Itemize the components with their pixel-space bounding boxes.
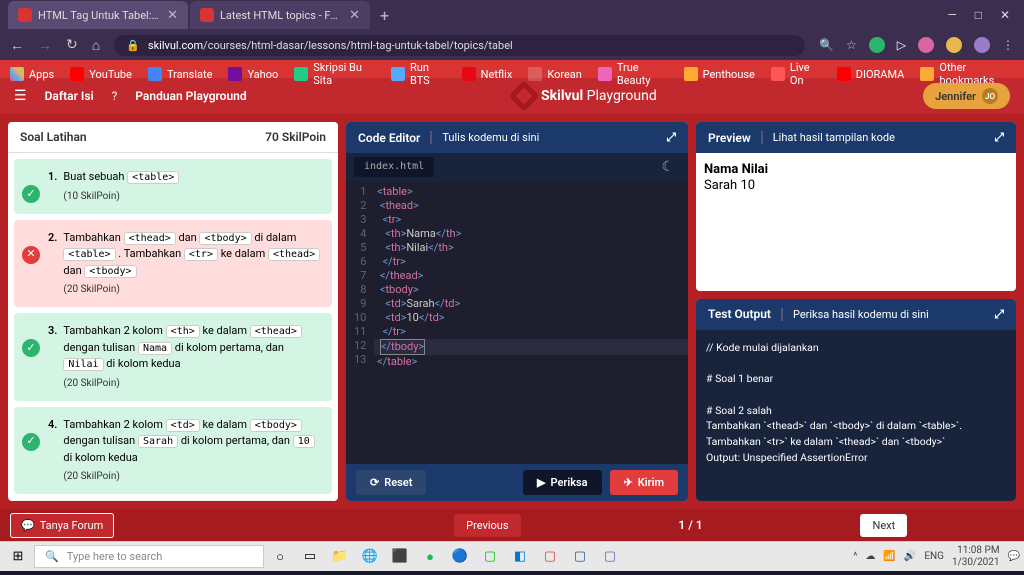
- edge-icon[interactable]: 🌐: [356, 544, 384, 570]
- bookmark-item[interactable]: Penthouse: [684, 67, 755, 81]
- daftar-isi-link[interactable]: Daftar Isi: [45, 89, 94, 103]
- start-icon[interactable]: ⊞: [4, 544, 32, 570]
- new-tab-button[interactable]: +: [372, 2, 397, 29]
- star-icon[interactable]: ☆: [846, 38, 857, 52]
- chrome-icon[interactable]: 🔵: [446, 544, 474, 570]
- avatar: JO: [982, 88, 998, 104]
- expand-icon[interactable]: ⤢: [994, 130, 1004, 145]
- maximize-icon[interactable]: □: [975, 8, 982, 22]
- bookmark-apps[interactable]: Apps: [10, 67, 54, 81]
- soal-item-2: ✕ 2. Tambahkan <thead> dan <tbody> di da…: [14, 220, 332, 308]
- expand-icon[interactable]: ⤢: [994, 307, 1004, 322]
- bookmark-item[interactable]: YouTube: [70, 67, 132, 81]
- tray-icon[interactable]: ^: [853, 551, 857, 562]
- tab-favicon: [18, 8, 32, 22]
- clock[interactable]: 11:08 PM1/30/2021: [952, 545, 1000, 569]
- check-icon: ✓: [22, 185, 40, 203]
- panduan-link[interactable]: Panduan Playground: [135, 89, 246, 103]
- soal-item-4: ✓ 4. Tambahkan 2 kolom <td> ke dalam <tb…: [14, 407, 332, 495]
- next-button[interactable]: Next: [860, 514, 907, 537]
- send-icon: ✈: [624, 476, 633, 489]
- catatan: 📌 Catatan:: [14, 500, 332, 501]
- line-icon[interactable]: ▢: [476, 544, 504, 570]
- spotify-icon[interactable]: ●: [416, 544, 444, 570]
- test-output: // Kode mulai dijalankan # Soal 1 benar …: [696, 330, 1016, 501]
- extension-icon[interactable]: [946, 37, 962, 53]
- check-icon: ✓: [22, 339, 40, 357]
- bookmark-item[interactable]: Netflix: [462, 67, 513, 81]
- soal-header: Soal Latihan 70 SkilPoin: [8, 122, 338, 153]
- chat-icon: 💬: [21, 519, 35, 532]
- search-icon: 🔍: [45, 550, 59, 563]
- browser-tab-1[interactable]: HTML Tag Untuk Tabel: Tabel - Sk ✕: [8, 1, 188, 29]
- notifications-icon[interactable]: 💬: [1008, 551, 1020, 562]
- bookmark-item[interactable]: True Beauty: [598, 61, 668, 87]
- bookmark-item[interactable]: Skripsi Bu Sita: [294, 61, 375, 87]
- close-icon[interactable]: ✕: [349, 8, 360, 23]
- bookmark-item[interactable]: Korean: [528, 67, 582, 81]
- help-icon: ?: [112, 89, 118, 103]
- expand-icon[interactable]: ⤢: [666, 130, 676, 145]
- reload-icon[interactable]: ↻: [66, 37, 78, 53]
- editor-tab[interactable]: index.html: [354, 157, 434, 177]
- close-icon[interactable]: ✕: [167, 8, 178, 23]
- wifi-icon[interactable]: 📶: [883, 551, 895, 562]
- app-logo: Skilvul Playground: [513, 85, 657, 107]
- extension-icon[interactable]: [918, 37, 934, 53]
- app-icon[interactable]: ⬛: [386, 544, 414, 570]
- cloud-icon[interactable]: ☁: [865, 551, 875, 562]
- editor-header: Code Editor Tulis kodemu di sini ⤢: [346, 122, 688, 153]
- bookmark-item[interactable]: Live On: [771, 61, 821, 87]
- extension-icon[interactable]: [869, 37, 885, 53]
- play-icon: ▶: [537, 476, 545, 489]
- language-indicator[interactable]: ENG: [924, 551, 944, 562]
- minimize-icon[interactable]: —: [947, 8, 956, 22]
- menu-icon[interactable]: ⋮: [1002, 38, 1014, 52]
- page-indicator: 1 / 1: [678, 518, 702, 532]
- bookmark-item[interactable]: Yahoo: [228, 67, 278, 81]
- user-menu[interactable]: Jennifer JO: [923, 83, 1010, 109]
- cortana-icon[interactable]: ○: [266, 544, 294, 570]
- tab-favicon: [200, 8, 214, 22]
- preview-header: Preview Lihat hasil tampilan kode ⤢: [696, 122, 1016, 153]
- lock-icon: 🔒: [126, 39, 140, 52]
- browser-tab-2[interactable]: Latest HTML topics - Forum Skilv ✕: [190, 1, 370, 29]
- explorer-icon[interactable]: 📁: [326, 544, 354, 570]
- address-bar[interactable]: 🔒 skilvul.com/courses/html-dasar/lessons…: [114, 35, 805, 56]
- search-icon[interactable]: 🔍: [819, 38, 834, 52]
- volume-icon[interactable]: 🔊: [904, 551, 916, 562]
- soal-item-1: ✓ 1. Buat sebuah <table> (10 SkilPoin): [14, 159, 332, 214]
- word-icon[interactable]: ▢: [566, 544, 594, 570]
- bookmark-item[interactable]: Run BTS: [391, 61, 446, 87]
- previous-button[interactable]: Previous: [454, 514, 520, 537]
- code-editor[interactable]: 12345678910111213 <table> <thead> <tr> <…: [346, 181, 688, 464]
- preview-pane: Nama Nilai Sarah 10: [696, 153, 1016, 291]
- bookmark-item[interactable]: DIORAMA: [837, 67, 905, 81]
- bookmark-item[interactable]: Translate: [148, 67, 213, 81]
- profile-icon[interactable]: [974, 37, 990, 53]
- teams-icon[interactable]: ▢: [596, 544, 624, 570]
- back-icon[interactable]: ←: [10, 37, 24, 54]
- kirim-button[interactable]: ✈Kirim: [610, 470, 678, 495]
- soal-item-3: ✓ 3. Tambahkan 2 kolom <th> ke dalam <th…: [14, 313, 332, 401]
- close-window-icon[interactable]: ✕: [1000, 8, 1010, 22]
- reset-button[interactable]: ⟳Reset: [356, 470, 426, 495]
- home-icon[interactable]: ⌂: [92, 37, 100, 54]
- forward-icon[interactable]: →: [38, 37, 52, 54]
- error-icon: ✕: [22, 246, 40, 264]
- check-icon: ✓: [22, 433, 40, 451]
- search-input[interactable]: 🔍Type here to search: [34, 545, 264, 568]
- theme-icon[interactable]: ☾: [655, 157, 680, 177]
- reset-icon: ⟳: [370, 476, 379, 489]
- vscode-icon[interactable]: ◧: [506, 544, 534, 570]
- test-header: Test Output Periksa hasil kodemu di sini…: [696, 299, 1016, 330]
- periksa-button[interactable]: ▶Periksa: [523, 470, 602, 495]
- task-view-icon[interactable]: ▭: [296, 544, 324, 570]
- powerpoint-icon[interactable]: ▢: [536, 544, 564, 570]
- extension-icon[interactable]: ▷: [897, 38, 906, 52]
- menu-icon[interactable]: ☰: [14, 88, 27, 104]
- tanya-forum-button[interactable]: 💬Tanya Forum: [10, 513, 114, 538]
